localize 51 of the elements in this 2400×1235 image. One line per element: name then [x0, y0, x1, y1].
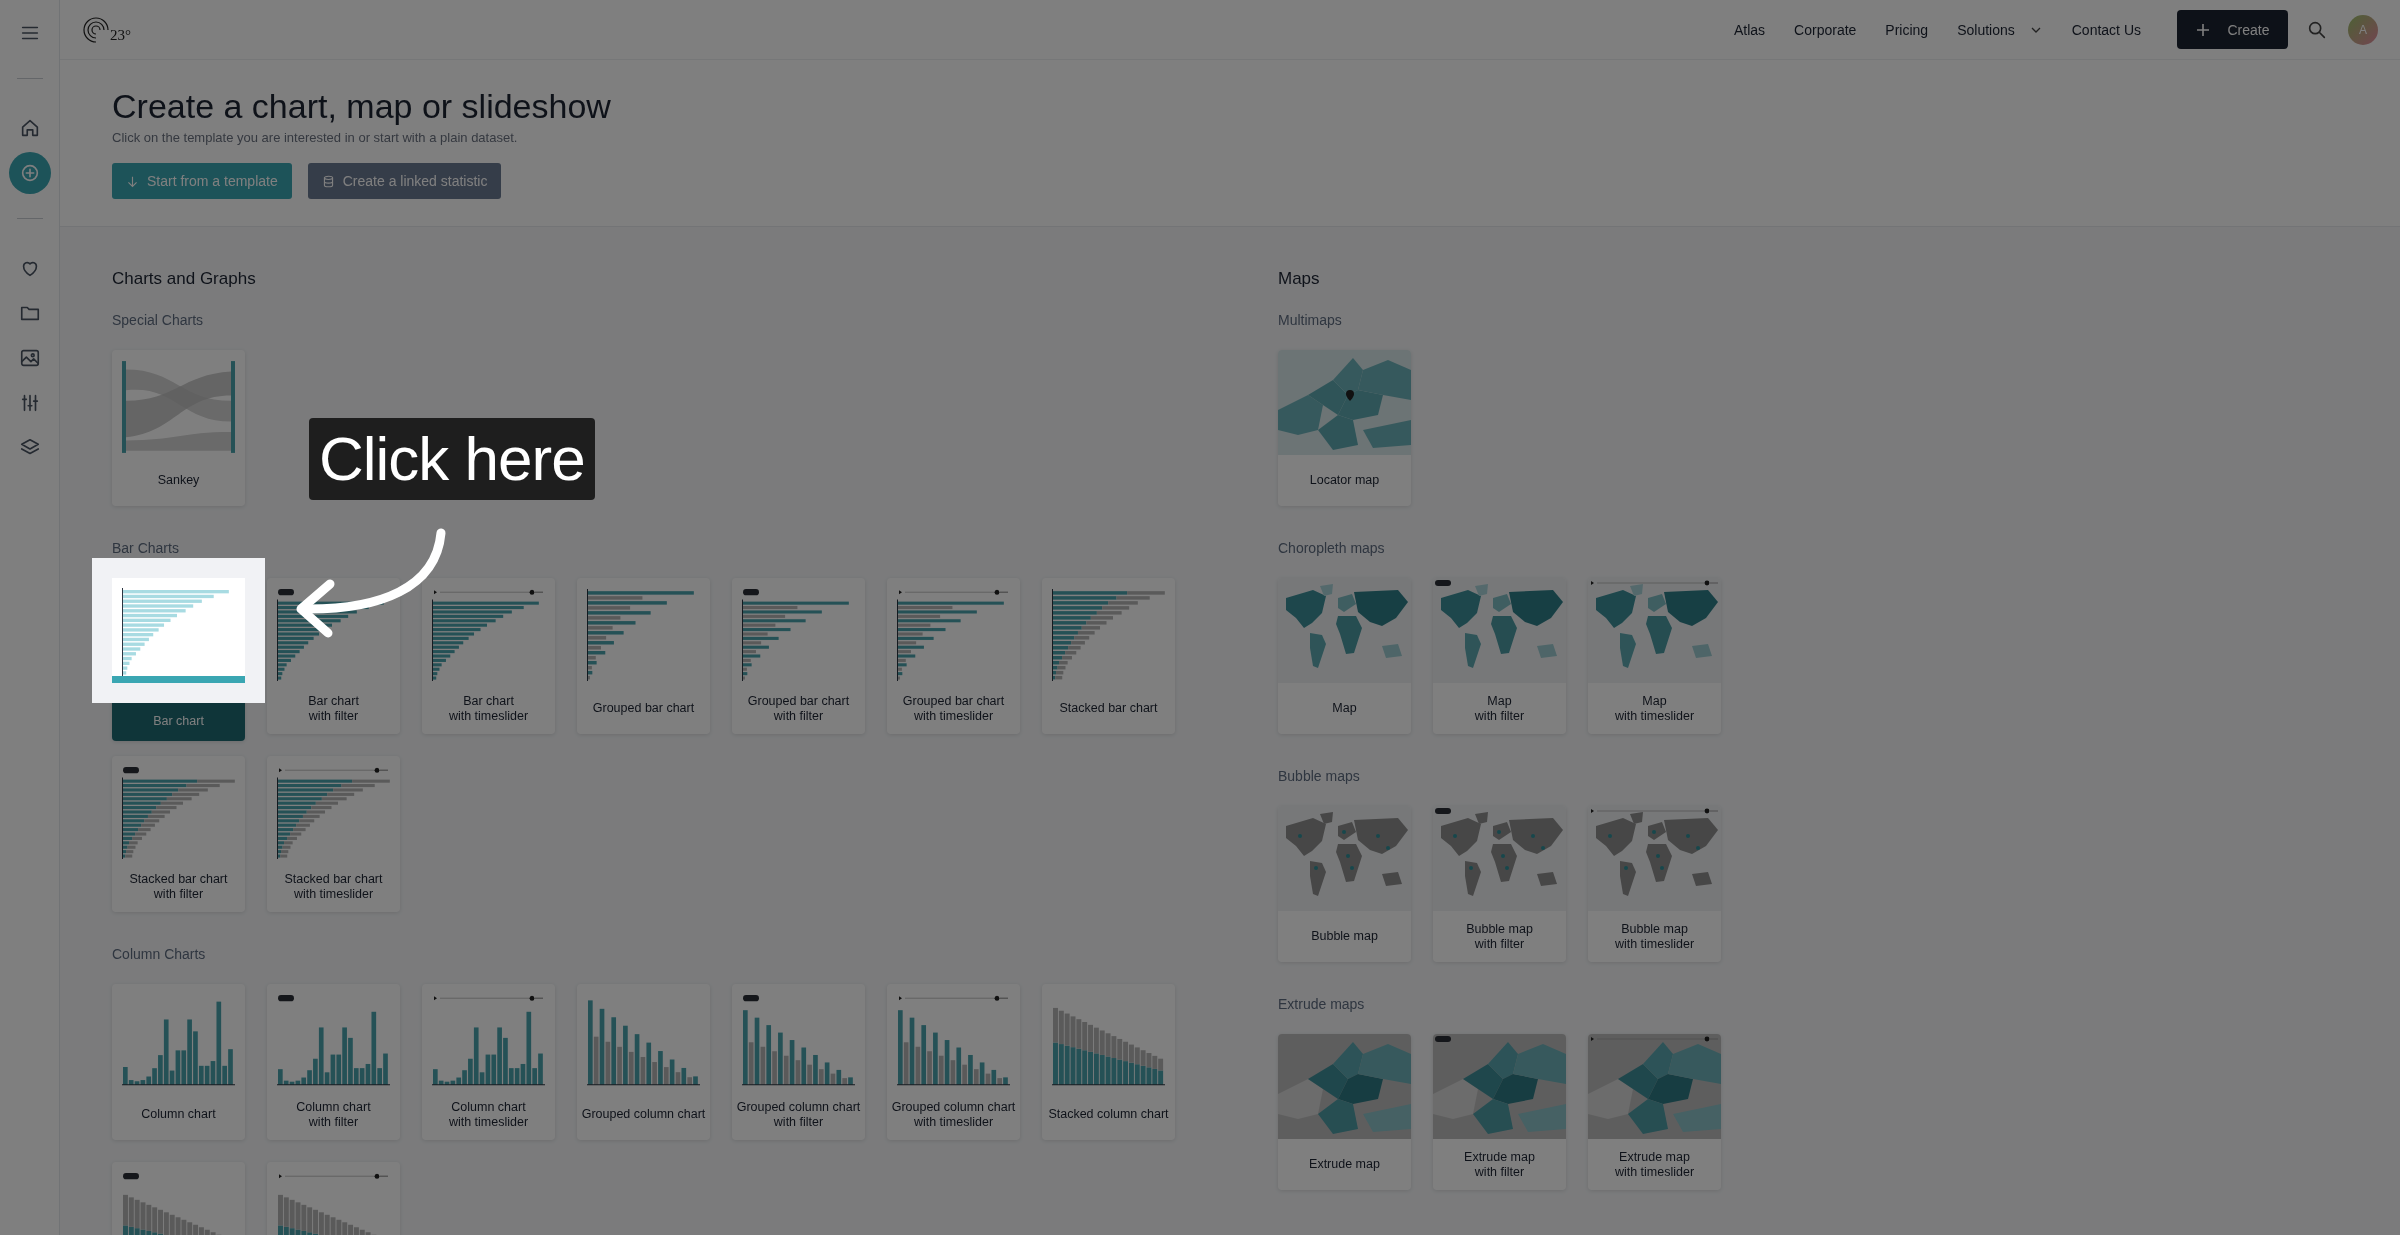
template-card[interactable]: Grouped column chart with timeslider [887, 984, 1020, 1140]
template-card[interactable]: Sankey [112, 350, 245, 506]
template-card[interactable]: Grouped bar chart [577, 578, 710, 734]
group-title: Column Charts [112, 945, 207, 964]
sidebar-button[interactable] [8, 152, 51, 194]
template-card[interactable]: Column chart with filter [267, 984, 400, 1140]
template-card[interactable]: Extrude map [1278, 1034, 1411, 1190]
template-card[interactable]: Column chart [112, 984, 245, 1140]
template-card[interactable]: Extrude map with filter [1433, 1034, 1566, 1190]
group-title: Bubble maps [1278, 767, 1361, 786]
group-title: Multimaps [1278, 311, 1343, 330]
template-card[interactable]: Extrude map with timeslider [1588, 1034, 1721, 1190]
nav-link[interactable]: Solutions [1957, 21, 2043, 38]
section-title: Maps [1278, 269, 1321, 289]
template-card[interactable]: Stacked bar chart [1042, 578, 1175, 734]
template-card[interactable]: Bar chart with timeslider [422, 578, 555, 734]
database-icon [321, 174, 335, 188]
group-title: Bar Charts [112, 539, 180, 558]
template-card[interactable]: Stacked bar chart with filter [112, 756, 245, 912]
plus-icon [2195, 21, 2212, 38]
nav-link[interactable]: Atlas [1733, 21, 1766, 38]
section-title: Charts and Graphs [112, 269, 257, 289]
template-card[interactable]: Map [1278, 578, 1411, 734]
arrow-down-icon [126, 174, 139, 188]
linked-statistic-button[interactable]: Create a linked statistic [307, 163, 502, 199]
template-card[interactable]: Map with timeslider [1588, 578, 1721, 734]
nav-link[interactable]: Contact Us [2071, 21, 2141, 38]
template-card[interactable]: Grouped bar chart with timeslider [887, 578, 1020, 734]
callout-label: Click here [309, 418, 595, 500]
logo[interactable]: 23° [82, 15, 131, 44]
group-title: Extrude maps [1278, 995, 1366, 1014]
image-icon [18, 347, 41, 369]
template-card[interactable]: Bar chart with filter [267, 578, 400, 734]
template-card[interactable]: Bubble map with filter [1433, 806, 1566, 962]
template-card[interactable]: Stacked column chart [1042, 984, 1175, 1140]
template-card[interactable]: Bubble map with timeslider [1588, 806, 1721, 962]
template-card[interactable]: Column chart with timeslider [422, 984, 555, 1140]
nav-link[interactable]: Pricing [1885, 21, 1929, 38]
template-card[interactable]: Grouped column chart [577, 984, 710, 1140]
template-card[interactable]: Locator map [1278, 350, 1411, 506]
template-card[interactable]: Map with filter [1433, 578, 1566, 734]
nav-link[interactable]: Corporate [1794, 21, 1857, 38]
template-card[interactable]: Grouped bar chart with filter [732, 578, 865, 734]
group-title: Choropleth maps [1278, 539, 1386, 558]
page-subtitle: Click on the template you are interested in or start with a plain dataset. [112, 129, 519, 147]
template-card[interactable]: Grouped column chart with filter [732, 984, 865, 1140]
group-title: Special Charts [112, 311, 205, 330]
page-title: Create a chart, map or slideshow [112, 86, 612, 126]
create-button[interactable]: Create [2177, 10, 2288, 49]
template-card[interactable]: Stacked bar chart with timeslider [267, 756, 400, 912]
template-card[interactable]: Bubble map [1278, 806, 1411, 962]
